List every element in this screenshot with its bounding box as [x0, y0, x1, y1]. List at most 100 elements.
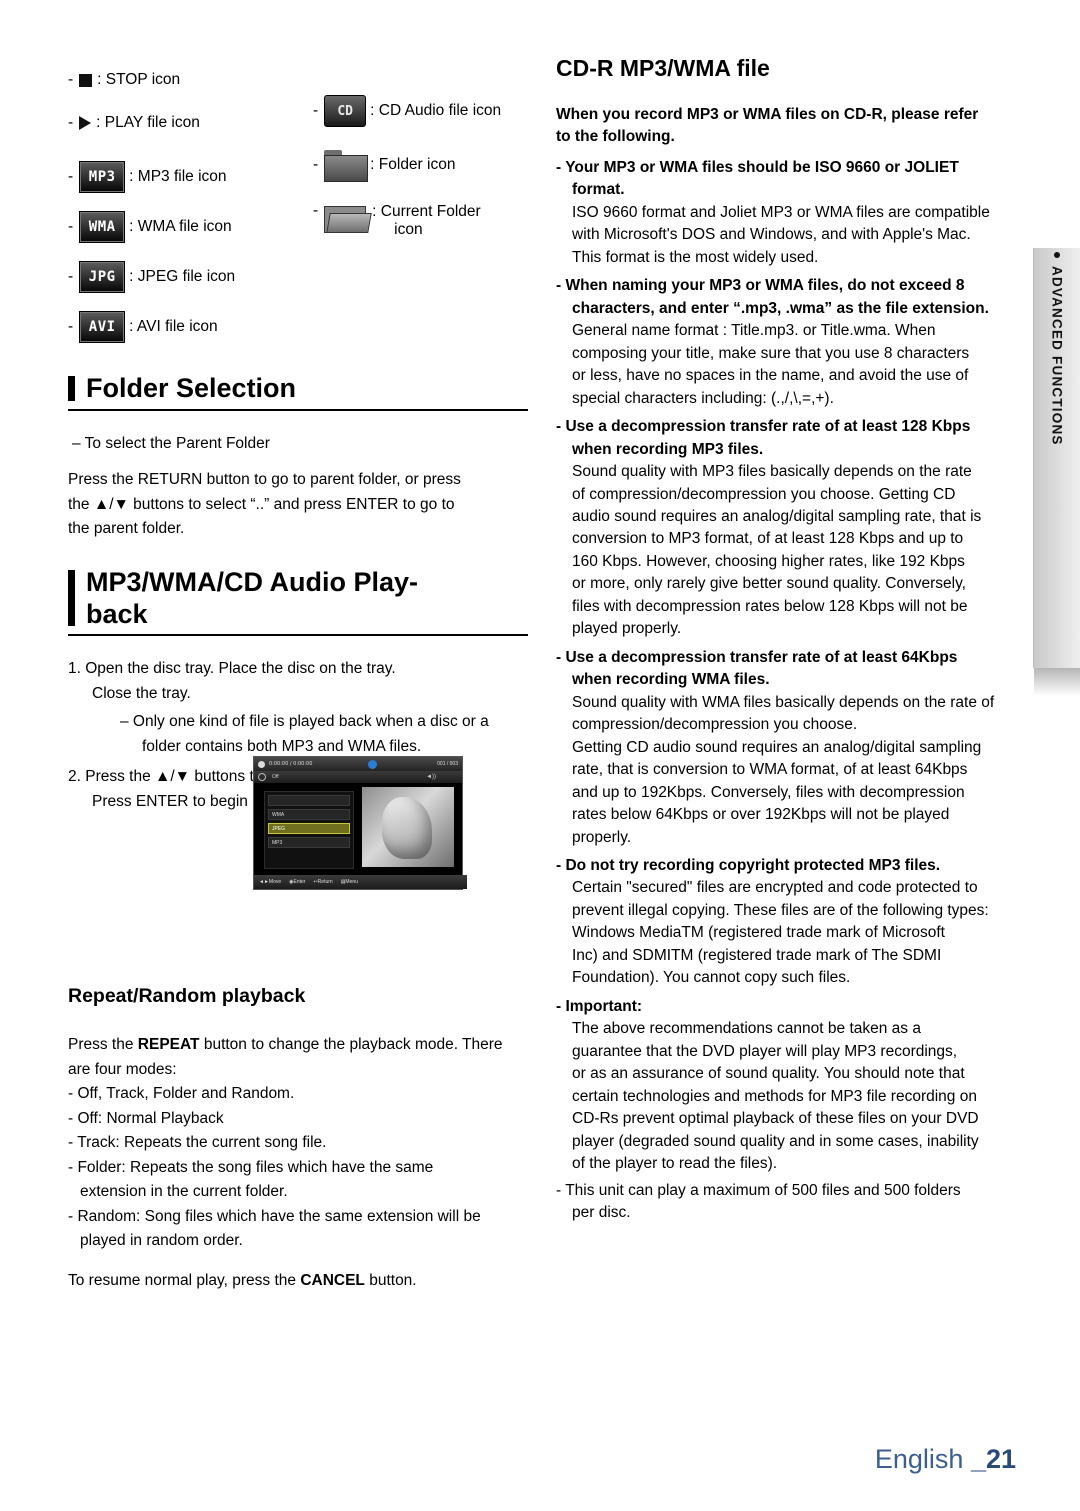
repeat-mode-5: - Random: Song files which have the same… — [68, 1207, 481, 1225]
cdr-b2-line2: characters, and enter “.mp3, .wma” as th… — [572, 299, 989, 317]
osd-artwork — [362, 787, 454, 867]
legend-item-stop: - : STOP icon — [68, 71, 180, 89]
heading-playback-line2: back — [86, 598, 148, 629]
play-triangle-icon — [79, 116, 92, 130]
osd-volume-icon: ◄)) — [426, 774, 436, 780]
legend-item-play: - : PLAY file icon — [68, 114, 200, 132]
cdr-important-body-6: of the player to read the files). — [572, 1155, 778, 1173]
cdr-b2-body-2: or less, have no spaces in the name, and… — [572, 367, 969, 385]
folder-selection-line2-a: the — [68, 495, 94, 513]
cdr-b4-body-4: and up to 192Kbps. Conversely, files wit… — [572, 783, 965, 801]
cdr-bullet-1: - Your MP3 or WMA files should be ISO 96… — [556, 157, 1021, 269]
legend-dash: - — [68, 168, 74, 186]
repeat-p1: Press the REPEAT button to change the pl… — [68, 1034, 528, 1056]
legend-dash: - — [68, 268, 74, 286]
folder-selection-line1: Press the RETURN button to go to parent … — [68, 471, 461, 489]
osd-list-item[interactable]: WMA — [268, 809, 350, 820]
updown-arrow-icon-2: ▲/▼ — [155, 768, 191, 786]
playback-step2-a: 2. Press the — [68, 768, 156, 786]
icon-legend: - : STOP icon - : PLAY file icon - MP3 :… — [68, 55, 528, 355]
wma-file-icon: WMA — [79, 211, 126, 243]
legend-dash: - — [313, 102, 319, 120]
osd-list-item-selected[interactable]: JPEG — [268, 823, 350, 834]
cdr-b1-body-1: with Microsoft's DOS and Windows, and wi… — [572, 226, 971, 244]
repeat-mode-4: extension in the current folder. — [80, 1183, 288, 1201]
cdr-b2-line1: - When naming your MP3 or WMA files, do … — [556, 277, 965, 295]
cdr-b5-body-4: Foundation). You cannot copy such files. — [572, 969, 851, 987]
cdr-b3-body-5: or more, only rarely give better sound q… — [572, 575, 966, 593]
repeat-mode-6: played in random order. — [80, 1232, 243, 1250]
current-folder-icon — [324, 203, 372, 233]
avi-file-icon: AVI — [79, 311, 126, 343]
cdr-b5-line1: - Do not try recording copyright protect… — [556, 857, 941, 874]
left-column: - : STOP icon - : PLAY file icon - MP3 :… — [68, 55, 528, 1295]
cdr-b5-body-1: prevent illegal copying. These files are… — [572, 901, 989, 919]
osd-footer-return: ↩Return — [313, 879, 333, 885]
jpeg-file-icon: JPG — [79, 261, 126, 293]
heading-folder-selection: Folder Selection — [68, 373, 528, 411]
repeat-resume-a: To resume normal play, press the — [68, 1272, 301, 1290]
cd-audio-file-icon: CD — [324, 95, 367, 127]
legend-label-folder: : Folder icon — [370, 156, 456, 173]
cdr-b1-line2: format. — [572, 181, 625, 199]
repeat-resume-b: button. — [364, 1272, 417, 1290]
legend-item-folder: - : Folder icon — [313, 150, 456, 182]
playback-step1-line2: Close the tray. — [92, 684, 191, 702]
cdr-b1-body-0: ISO 9660 format and Joliet MP3 or WMA fi… — [572, 203, 990, 221]
osd-footer-enter: ◉Enter — [289, 879, 306, 885]
repeat-button-name: REPEAT — [137, 1036, 200, 1054]
legend-item-current-folder: - : Current Folder icon — [313, 203, 481, 239]
cdr-b4-body-6: properly. — [572, 828, 632, 846]
legend-label-avi: : AVI file icon — [129, 318, 218, 335]
legend-label-current-folder: : Current Folder — [372, 203, 481, 220]
footer-language: English — [874, 1444, 971, 1474]
osd-screenshot: 0:00:00 / 0:00:00 001 / 003 Off ◄)) WMA … — [253, 756, 467, 890]
cdr-b5-body-3: Inc) and SDMITM (registered trade mark o… — [572, 946, 942, 964]
cdr-b3-body-3: conversion to MP3 format, of at least 12… — [572, 530, 964, 548]
osd-repeat-icon — [258, 773, 266, 781]
cancel-button-name: CANCEL — [300, 1272, 365, 1290]
cdr-last-line2: per disc. — [572, 1204, 631, 1222]
cdr-bullet-2: - When naming your MP3 or WMA files, do … — [556, 275, 1021, 410]
folder-selection-line2: the ▲/▼ buttons to select “..” and press… — [68, 494, 528, 516]
legend-item-jpeg: - JPG : JPEG file icon — [68, 261, 235, 293]
folder-icon — [324, 150, 369, 182]
osd-list-item[interactable] — [268, 795, 350, 806]
cdr-b5-body-2: Windows MediaTM (registered trade mark o… — [572, 924, 945, 942]
cdr-important-body-2: or as an assurance of sound quality. You… — [572, 1065, 965, 1083]
legend-item-cd-audio: - CD : CD Audio file icon — [313, 95, 501, 127]
repeat-mode-3: - Folder: Repeats the song files which h… — [68, 1158, 434, 1176]
osd-time: 0:00:00 / 0:00:00 — [269, 761, 313, 767]
repeat-p1-line2: are four modes: — [68, 1060, 177, 1078]
folder-selection-line3: the parent folder. — [68, 520, 185, 538]
osd-file-list[interactable]: WMA JPEG MP3 — [264, 791, 354, 869]
playback-sub1-line2: folder contains both MP3 and WMA files. — [142, 737, 422, 755]
footer-page-number: _21 — [970, 1444, 1016, 1474]
cdr-b4-line2: when recording WMA files. — [572, 671, 770, 689]
heading-playback-line1: MP3/WMA/CD Audio Play- — [86, 566, 419, 597]
heading-repeat-random: Repeat/Random playback — [68, 985, 306, 1008]
osd-second-bar: Off ◄)) — [254, 771, 462, 783]
cdr-b4-body-3: rate, that is conversion to WMA format, … — [572, 761, 968, 779]
cdr-b1-body-2: This format is the most widely used. — [572, 248, 819, 266]
cdr-important-body-5: player (degraded sound quality and in so… — [572, 1132, 979, 1150]
cdr-b4-line1: - Use a decompression transfer rate of a… — [556, 648, 958, 666]
cdr-b3-body-0: Sound quality with MP3 files basically d… — [572, 463, 972, 481]
osd-list-item[interactable]: MP3 — [268, 837, 350, 848]
cdr-b3-body-7: played properly. — [572, 620, 682, 638]
legend-item-wma: - WMA : WMA file icon — [68, 211, 232, 243]
folder-selection-body: – To select the Parent Folder Press the … — [68, 433, 528, 541]
legend-label-cd-audio: : CD Audio file icon — [370, 102, 502, 119]
osd-hand-image — [382, 797, 432, 859]
legend-dash: - — [68, 218, 74, 236]
legend-dash: - — [313, 156, 319, 174]
cdr-important-body-1: guarantee that the DVD player will play … — [572, 1042, 958, 1060]
side-tab-shadow — [1034, 668, 1080, 696]
repeat-mode-1: - Off: Normal Playback — [68, 1109, 224, 1127]
cdr-important-body-0: The above recommendations cannot be take… — [572, 1020, 921, 1038]
legend-item-avi: - AVI : AVI file icon — [68, 311, 218, 343]
cdr-important: - Important: The above recommendations c… — [556, 996, 1021, 1176]
legend-label-wma: : WMA file icon — [129, 218, 232, 235]
playback-step1-line1: 1. Open the disc tray. Place the disc on… — [68, 660, 396, 678]
cdr-b5-body-0: Certain "secured" files are encrypted an… — [572, 879, 978, 897]
